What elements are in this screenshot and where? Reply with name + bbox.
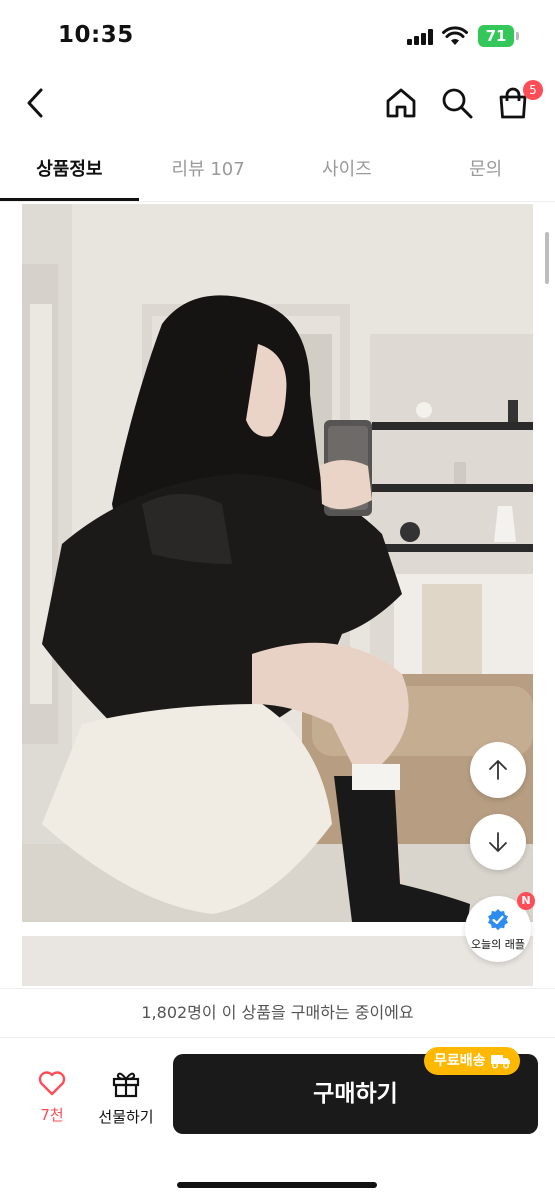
free-shipping-badge: 무료배송	[424, 1047, 520, 1075]
scroll-up-button[interactable]	[470, 742, 526, 798]
product-photo[interactable]	[22, 204, 533, 922]
arrow-down-icon	[489, 832, 507, 852]
wifi-icon	[442, 26, 468, 46]
signal-icon	[407, 29, 435, 45]
top-nav	[0, 70, 555, 136]
like-count: 7천	[40, 1106, 64, 1124]
tab-size[interactable]: 사이즈	[278, 140, 417, 201]
status-time: 10:35	[58, 22, 134, 48]
truck-icon	[490, 1055, 510, 1069]
new-badge: N	[517, 892, 535, 910]
gift-label: 선물하기	[98, 1108, 154, 1126]
raffle-label: 오늘의 래플	[470, 938, 526, 951]
tab-reviews[interactable]: 리뷰 107	[139, 140, 278, 201]
raffle-button[interactable]: 오늘의 래플 N	[465, 892, 535, 962]
tab-inquiry[interactable]: 문의	[416, 140, 555, 201]
tab-product-info[interactable]: 상품정보	[0, 140, 139, 201]
search-icon[interactable]	[438, 84, 476, 122]
scrollbar[interactable]	[545, 232, 549, 284]
like-button[interactable]: 7천	[24, 1070, 80, 1125]
buyers-notice: 1,802명이 이 상품을 구매하는 중이에요	[0, 988, 555, 1038]
status-bar: 10:35 71	[0, 0, 555, 70]
heart-icon	[38, 1071, 66, 1096]
gift-icon	[112, 1072, 140, 1098]
home-icon[interactable]	[382, 84, 420, 122]
verified-badge-icon	[488, 909, 508, 931]
gift-button[interactable]: 선물하기	[92, 1070, 160, 1127]
battery-cap	[516, 32, 519, 40]
chevron-left-icon[interactable]	[16, 84, 54, 122]
tab-bar: 상품정보 리뷰 107 사이즈 문의	[0, 140, 555, 202]
home-indicator	[177, 1182, 377, 1188]
product-image-area: 오늘의 래플 N	[0, 204, 555, 986]
next-product-photo	[22, 936, 533, 986]
bottom-action-bar: 7천 선물하기 구매하기 무료배송	[0, 1038, 555, 1200]
scroll-down-button[interactable]	[470, 814, 526, 870]
battery-icon: 71	[478, 25, 514, 47]
arrow-up-icon	[489, 760, 507, 780]
cart-badge: 5	[523, 80, 543, 100]
free-shipping-label: 무료배송	[434, 1053, 486, 1069]
